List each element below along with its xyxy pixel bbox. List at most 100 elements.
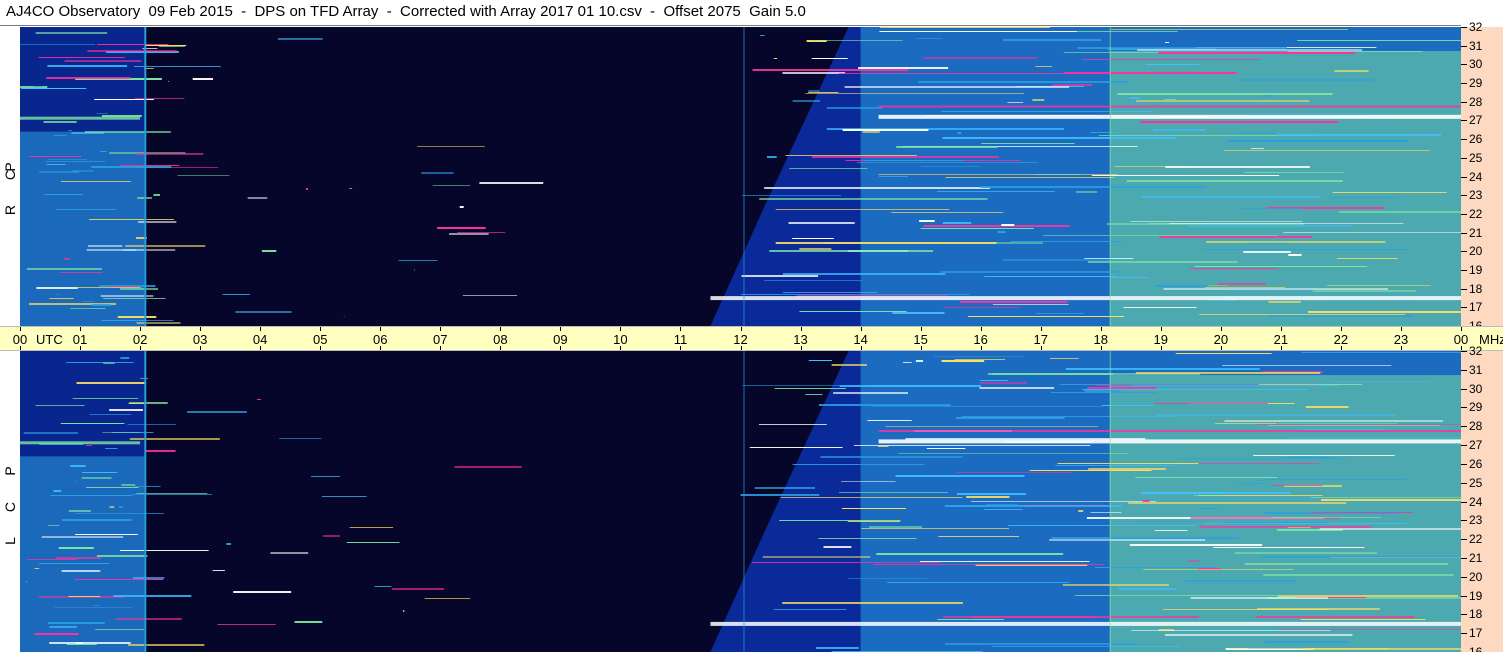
spectral-streak <box>942 137 1176 139</box>
spectral-streak <box>457 232 506 233</box>
spectral-streak <box>759 198 988 200</box>
spectral-streak <box>1300 619 1426 620</box>
spectral-streak <box>120 288 159 290</box>
spectral-streak <box>59 272 103 273</box>
spectral-streak <box>1319 528 1461 530</box>
hour-tick <box>500 327 502 331</box>
spectral-streak <box>838 73 1076 74</box>
spectral-streak <box>961 416 1175 417</box>
spectral-streak <box>73 287 141 288</box>
spectral-streak <box>1136 521 1202 522</box>
spectral-streak <box>1263 574 1454 576</box>
spectral-streak <box>145 450 176 452</box>
spectral-streak <box>861 528 1009 529</box>
spectral-streak <box>74 579 164 580</box>
spectral-streak <box>68 130 72 131</box>
spectral-streak <box>323 535 340 537</box>
spectral-streak <box>805 394 823 395</box>
spectral-streak <box>1082 59 1261 60</box>
hour-label: 12 <box>733 332 748 347</box>
spectral-streak <box>1001 224 1015 226</box>
spectral-streak <box>459 206 464 208</box>
spectral-streak <box>986 504 1019 505</box>
spectral-streak <box>1142 500 1150 502</box>
spectral-streak <box>128 644 205 646</box>
edge-line-02 <box>144 27 147 326</box>
spectral-streak <box>1288 254 1302 256</box>
hour-tick <box>200 327 202 331</box>
spectral-streak <box>222 294 250 295</box>
spectral-streak <box>762 556 871 558</box>
spectral-streak <box>1074 595 1284 596</box>
spectral-streak <box>20 86 48 88</box>
freq-tick <box>1461 539 1467 541</box>
spectral-streak <box>168 81 169 82</box>
hour-label: 00 <box>1453 332 1469 347</box>
spectral-streak <box>1131 630 1331 631</box>
hour-tick <box>260 327 262 331</box>
spectral-streak <box>44 194 83 195</box>
spectral-streak <box>1032 99 1045 101</box>
freq-label: 19 <box>1469 588 1483 603</box>
hour-tick <box>200 346 202 350</box>
spectral-streak <box>740 494 820 496</box>
hour-tick <box>620 327 622 331</box>
spectral-streak <box>1239 79 1374 81</box>
freq-tick <box>1461 501 1467 503</box>
hour-tick <box>260 346 262 350</box>
spectral-streak <box>775 242 997 244</box>
spectral-streak <box>46 77 131 79</box>
spectral-streak <box>68 510 91 512</box>
freq-tick <box>1461 251 1467 253</box>
spectral-streak <box>1029 470 1152 471</box>
freq-label: 29 <box>1469 76 1483 91</box>
spectral-streak <box>187 411 247 413</box>
spectral-streak <box>87 245 123 247</box>
spectral-streak <box>773 609 847 610</box>
rcp-spectrogram-svg <box>20 27 1461 326</box>
freq-tick <box>1461 101 1467 103</box>
spectral-streak <box>1204 287 1285 288</box>
spectral-streak <box>799 311 907 312</box>
spectral-streak <box>321 496 367 497</box>
spectral-streak <box>136 493 208 494</box>
spectral-streak <box>343 316 345 317</box>
spectral-streak <box>1188 225 1354 227</box>
spectral-streak <box>926 448 966 449</box>
hour-tick <box>800 327 802 331</box>
spectral-streak <box>417 146 485 147</box>
freq-tick <box>1461 369 1467 371</box>
hour-tick <box>1100 346 1102 350</box>
spectral-streak <box>49 298 74 299</box>
hour-label: 21 <box>1273 332 1289 347</box>
spectral-streak <box>60 423 125 424</box>
spectral-streak <box>956 493 1026 495</box>
spectral-streak <box>1141 492 1291 494</box>
spectral-streak <box>903 362 912 363</box>
spectral-streak <box>1217 283 1266 285</box>
spectral-streak <box>847 578 928 579</box>
hour-label: 20 <box>1213 332 1229 347</box>
hour-tick <box>560 327 562 331</box>
spectral-streak <box>1244 172 1345 173</box>
hour-tick <box>740 327 742 331</box>
spectral-streak <box>1078 510 1084 512</box>
spectral-streak <box>1264 641 1350 643</box>
spectral-streak <box>46 164 66 165</box>
hour-tick <box>140 327 142 331</box>
spectral-streak <box>1090 512 1122 513</box>
lcp-letter-p: P <box>2 466 18 476</box>
spectral-streak <box>48 525 60 526</box>
freq-tick <box>1461 27 1467 28</box>
freq-label: 31 <box>1469 362 1483 377</box>
hour-label: 10 <box>613 332 628 347</box>
spectral-streak <box>305 188 308 190</box>
spectral-streak <box>1154 403 1268 404</box>
hour-tick <box>560 346 562 350</box>
spectral-streak <box>878 174 1118 175</box>
title-bar: AJ4CO Observatory 09 Feb 2015 - DPS on T… <box>0 0 1461 26</box>
spectral-streak <box>1261 556 1461 558</box>
freq-tick <box>1461 176 1467 178</box>
lcp-letter-l: L <box>2 537 18 545</box>
spectral-streak <box>789 168 868 169</box>
